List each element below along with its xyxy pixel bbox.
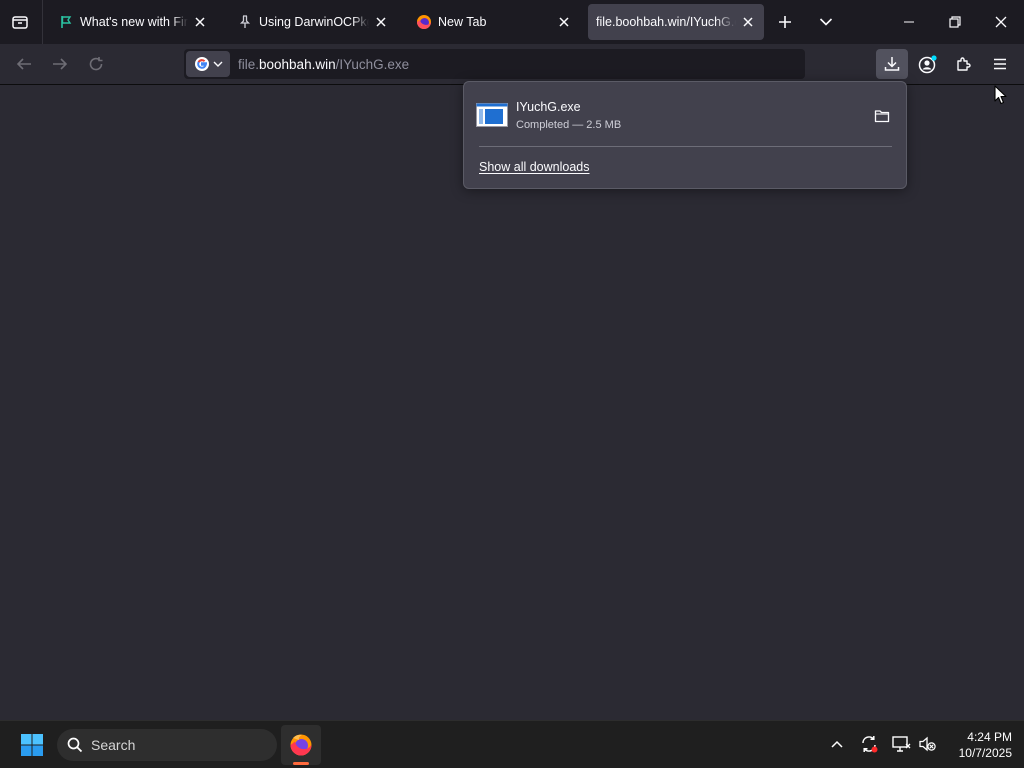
restore-icon bbox=[949, 16, 961, 28]
url-path: /IYuchG.exe bbox=[335, 56, 410, 72]
windows-taskbar: Search 4:24 PM 10/7/2025 bbox=[0, 720, 1024, 768]
tab-darwinocpkg[interactable]: Using DarwinOCPkg | Do bbox=[229, 4, 397, 40]
back-button[interactable] bbox=[9, 50, 39, 78]
puzzle-icon bbox=[957, 57, 971, 71]
download-icon bbox=[884, 57, 900, 71]
search-label: Search bbox=[91, 737, 136, 753]
tab-new-tab[interactable]: New Tab bbox=[408, 4, 580, 40]
tab-title: file.boohbah.win/IYuchG.exe bbox=[596, 15, 736, 29]
system-clock[interactable]: 4:24 PM 10/7/2025 bbox=[944, 729, 1012, 761]
close-icon bbox=[995, 16, 1007, 28]
show-all-downloads-link[interactable]: Show all downloads bbox=[479, 160, 590, 174]
list-all-tabs-button[interactable] bbox=[815, 11, 837, 33]
close-tab-icon[interactable] bbox=[192, 14, 208, 30]
tab-separator bbox=[42, 0, 43, 44]
forward-arrow-icon bbox=[53, 58, 68, 70]
minimize-button[interactable] bbox=[886, 0, 932, 44]
clock-time: 4:24 PM bbox=[967, 730, 1012, 744]
chevron-down-icon bbox=[213, 61, 222, 67]
firefox-view-icon bbox=[12, 16, 28, 29]
download-file-name: IYuchG.exe bbox=[516, 100, 581, 114]
address-bar[interactable]: file.boohbah.win/IYuchG.exe bbox=[184, 49, 805, 79]
tab-whats-new[interactable]: What's new with Firefox bbox=[50, 4, 216, 40]
tab-title: Using DarwinOCPkg | Do bbox=[259, 15, 369, 29]
close-tab-icon[interactable] bbox=[373, 14, 389, 30]
new-tab-button[interactable] bbox=[774, 11, 796, 33]
url-host: boohbah.win bbox=[259, 56, 336, 72]
clock-date: 10/7/2025 bbox=[958, 746, 1012, 760]
account-button[interactable] bbox=[912, 49, 944, 79]
url-prefix: file. bbox=[238, 56, 260, 72]
search-engine-button[interactable] bbox=[186, 51, 230, 77]
reload-button[interactable] bbox=[81, 50, 111, 78]
restore-button[interactable] bbox=[932, 0, 978, 44]
folder-icon bbox=[874, 110, 890, 123]
downloads-panel: IYuchG.exe Completed — 2.5 MB Show all d… bbox=[463, 81, 907, 189]
search-icon bbox=[67, 737, 83, 753]
tab-file-download[interactable]: file.boohbah.win/IYuchG.exe bbox=[588, 4, 764, 40]
downloads-button[interactable] bbox=[876, 49, 908, 79]
download-item[interactable]: IYuchG.exe Completed — 2.5 MB bbox=[472, 92, 900, 138]
show-hidden-icons-button[interactable] bbox=[826, 733, 848, 755]
url-text[interactable]: file.boohbah.win/IYuchG.exe bbox=[238, 57, 409, 72]
network-icon bbox=[892, 736, 911, 752]
close-window-button[interactable] bbox=[978, 0, 1024, 44]
network-tray-icon[interactable] bbox=[890, 733, 912, 755]
tab-title: New Tab bbox=[438, 15, 487, 29]
chevron-up-icon bbox=[831, 740, 843, 748]
tab-title: What's new with Firefox bbox=[80, 15, 188, 29]
sync-icon bbox=[862, 736, 878, 753]
pin-icon bbox=[237, 14, 253, 30]
chevron-down-icon bbox=[819, 18, 833, 26]
hamburger-menu-icon bbox=[994, 58, 1006, 70]
active-app-indicator bbox=[293, 762, 309, 765]
windows-logo-icon bbox=[21, 734, 43, 756]
tab-bar: What's new with Firefox Using DarwinOCPk… bbox=[0, 0, 1024, 44]
taskbar-firefox-app[interactable] bbox=[281, 725, 321, 765]
firefox-icon bbox=[416, 14, 432, 30]
firefox-icon bbox=[290, 734, 312, 756]
start-button[interactable] bbox=[14, 731, 50, 759]
sync-tray-icon[interactable] bbox=[858, 733, 880, 755]
back-arrow-icon bbox=[16, 58, 31, 70]
panel-divider bbox=[479, 146, 892, 147]
show-in-folder-button[interactable] bbox=[870, 105, 894, 127]
volume-tray-icon[interactable] bbox=[916, 733, 938, 755]
flag-icon bbox=[58, 14, 74, 30]
forward-button[interactable] bbox=[45, 50, 75, 78]
account-icon bbox=[918, 55, 937, 74]
plus-icon bbox=[779, 16, 791, 28]
exe-file-icon bbox=[476, 103, 508, 127]
mouse-cursor-icon bbox=[994, 85, 1007, 105]
app-menu-button[interactable] bbox=[984, 49, 1016, 79]
download-status: Completed — 2.5 MB bbox=[516, 119, 622, 131]
reload-icon bbox=[89, 57, 103, 71]
minimize-icon bbox=[904, 21, 914, 23]
volume-muted-icon bbox=[919, 736, 936, 752]
firefox-view-button[interactable] bbox=[8, 11, 32, 33]
extensions-button[interactable] bbox=[948, 49, 980, 79]
taskbar-search[interactable]: Search bbox=[57, 729, 277, 761]
navigation-toolbar: file.boohbah.win/IYuchG.exe bbox=[0, 44, 1024, 85]
close-tab-icon[interactable] bbox=[740, 14, 756, 30]
google-icon bbox=[194, 57, 209, 71]
close-tab-icon[interactable] bbox=[556, 14, 572, 30]
